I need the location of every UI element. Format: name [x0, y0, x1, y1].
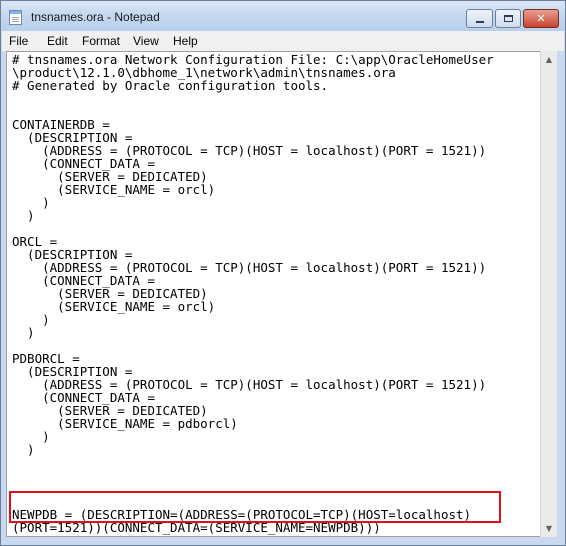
notepad-window: tnsnames.ora - Notepad ✕ File Edit Forma…: [0, 0, 566, 546]
text-line: ): [12, 442, 35, 457]
minimize-button[interactable]: [466, 9, 493, 28]
menu-view[interactable]: View: [133, 34, 159, 48]
menu-bar: File Edit Format View Help: [2, 31, 564, 51]
window-bottom-frame: [1, 537, 565, 545]
minimize-icon: [475, 20, 484, 23]
close-icon: ✕: [536, 12, 546, 25]
text-line: ): [12, 208, 35, 223]
scroll-up-icon[interactable]: ▲: [541, 51, 557, 68]
menu-help[interactable]: Help: [173, 34, 198, 48]
maximize-icon: [503, 15, 513, 22]
notepad-icon: [9, 10, 22, 25]
editor-text[interactable]: # tnsnames.ora Network Configuration Fil…: [12, 53, 494, 534]
highlight-box: [9, 491, 501, 523]
scroll-down-icon[interactable]: ▼: [541, 520, 557, 537]
text-line: # Generated by Oracle configuration tool…: [12, 78, 329, 93]
maximize-button[interactable]: [495, 9, 521, 28]
title-bar[interactable]: tnsnames.ora - Notepad ✕: [1, 1, 565, 31]
menu-edit[interactable]: Edit: [47, 34, 68, 48]
text-editor[interactable]: # tnsnames.ora Network Configuration Fil…: [6, 51, 556, 537]
text-line: ): [12, 325, 35, 340]
window-title: tnsnames.ora - Notepad: [31, 10, 160, 24]
vertical-scrollbar[interactable]: ▲ ▼: [540, 51, 557, 537]
close-button[interactable]: ✕: [523, 9, 559, 28]
menu-format[interactable]: Format: [82, 34, 120, 48]
menu-file[interactable]: File: [9, 34, 28, 48]
